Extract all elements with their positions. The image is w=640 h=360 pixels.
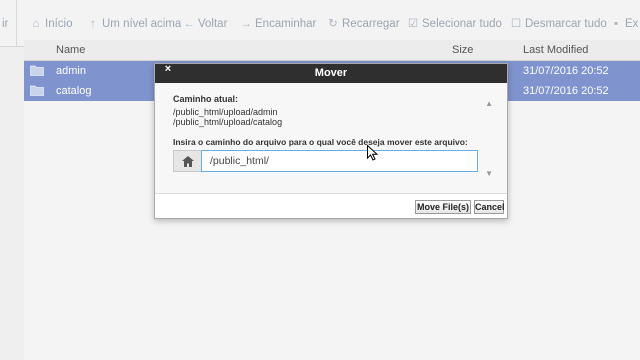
current-path-label: Caminho atual: [173,94,239,104]
toolbar-partial-right[interactable]: ▪ Ex [610,16,638,32]
folder-icon [30,65,44,76]
dialog-header: Mover × [155,64,507,83]
refresh-icon: ↻ [328,18,338,30]
current-path-item: /public_html/upload/catalog [173,117,283,127]
dialog-footer-divider [155,193,507,194]
path-addon [173,150,201,172]
house-icon [182,156,194,167]
row-name: catalog [56,85,92,97]
table-header: Name Size Last Modified [24,40,640,61]
arrow-left-icon: ← [183,18,195,30]
reload-label: Recarregar [342,18,400,30]
select-all-button[interactable]: ☑ Selecionar tudo [407,16,502,32]
move-dialog: Mover × Caminho atual: /public_html/uplo… [154,63,508,219]
toolbar-divider [16,0,17,46]
destination-prompt: Insira o caminho do arquivo para o qual … [173,137,468,147]
partial-right-label: Ex [625,18,639,30]
select-all-label: Selecionar tudo [422,18,502,30]
forward-label: Encaminhar [255,18,317,30]
column-last-modified[interactable]: Last Modified [523,44,588,56]
trash-icon: ▪ [613,18,619,30]
up-level-button[interactable]: ↑ Um nível acima [87,16,181,32]
arrow-right-icon: → [240,18,252,30]
home-button[interactable]: ⌂ Início [30,16,73,32]
forward-button[interactable]: → Encaminhar [240,16,316,32]
move-files-button[interactable]: Move File(s) [415,200,471,214]
row-name: admin [56,65,86,77]
toolbar-partial-left[interactable]: ir [2,16,8,32]
unselect-all-button[interactable]: ☐ Desmarcar tudo [510,16,607,32]
reload-button[interactable]: ↻ Recarregar [327,16,400,32]
check-square-icon: ☑ [407,18,419,30]
scroll-down-arrow-icon[interactable]: ▼ [485,169,493,178]
destination-input-group [173,150,478,172]
unselect-all-label: Desmarcar tudo [525,18,607,30]
back-label: Voltar [198,18,228,30]
mouse-cursor-icon [367,145,378,161]
arrow-up-icon: ↑ [90,18,96,30]
dialog-title: Mover [314,67,348,79]
close-icon[interactable]: × [157,64,179,76]
row-date: 31/07/2016 20:52 [523,65,609,77]
home-label: Início [45,18,73,30]
back-button[interactable]: ← Voltar [183,16,227,32]
destination-path-input[interactable] [201,150,478,172]
home-icon: ⌂ [32,18,40,30]
scroll-up-arrow-icon[interactable]: ▲ [485,99,493,108]
row-date: 31/07/2016 20:52 [523,85,609,97]
dialog-body: Caminho atual: /public_html/upload/admin… [155,83,507,193]
current-path-item: /public_html/upload/admin [173,107,278,117]
up-level-label: Um nível acima [102,18,182,30]
column-name[interactable]: Name [56,44,85,56]
square-icon: ☐ [510,18,522,30]
folder-icon [30,85,44,96]
column-size[interactable]: Size [452,44,473,56]
cancel-button[interactable]: Cancel [474,200,505,214]
